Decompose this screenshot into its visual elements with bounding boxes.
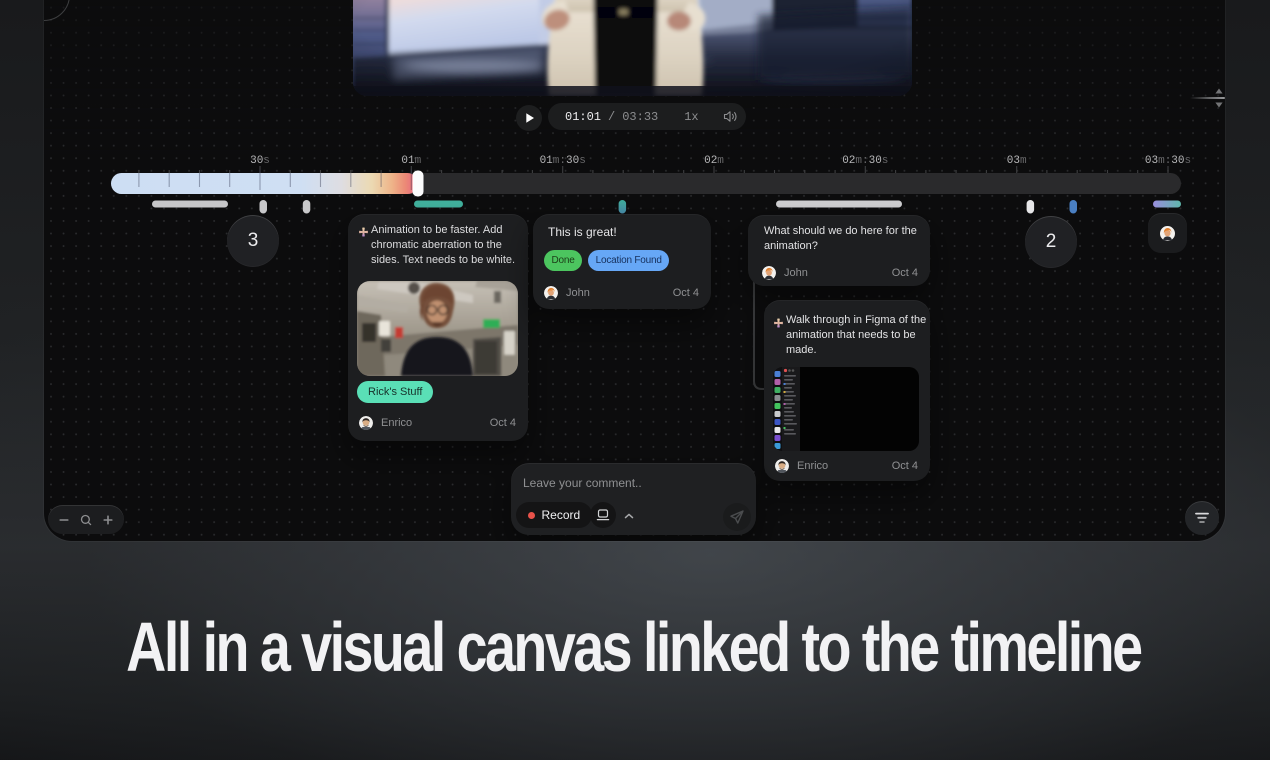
svg-text:01m: 01m: [401, 155, 421, 167]
svg-text:01m:30s: 01m:30s: [540, 155, 586, 167]
svg-text:02m: 02m: [704, 155, 724, 167]
svg-text:03m: 03m: [1007, 155, 1027, 167]
svg-text:03m:30s: 03m:30s: [1145, 155, 1191, 167]
svg-text:30s: 30s: [250, 155, 270, 167]
svg-text:02m:30s: 02m:30s: [842, 155, 888, 167]
